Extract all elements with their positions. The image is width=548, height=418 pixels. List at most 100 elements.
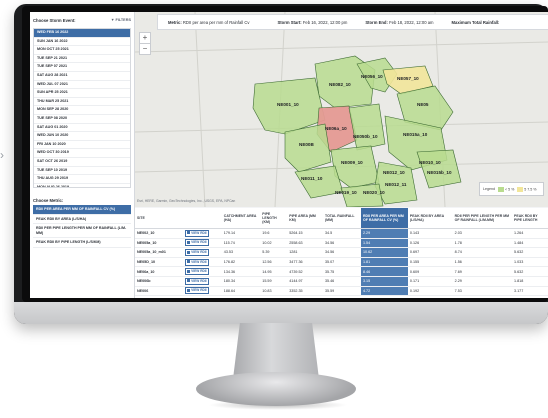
view-rdii-label: VIEW RDII <box>191 240 207 245</box>
storm-event-list[interactable]: WED FEB 16 2022 SUN JAN 16 2022 MON OCT 25… <box>33 28 131 188</box>
view-rdii-button[interactable]: VIEW RDII <box>185 287 209 295</box>
zoom-in-button[interactable]: + <box>140 33 150 44</box>
column-header[interactable]: PEAK RDII BY PIPE LENGTH <box>512 208 548 229</box>
storm-event-item[interactable]: WED JUN 10 2020 <box>34 132 130 141</box>
storm-event-item[interactable]: TUE SEP 07 2021 <box>34 63 130 72</box>
storm-event-item[interactable]: SAT OCT 26 2019 <box>34 158 130 167</box>
table-cell: 4.72 <box>360 286 408 297</box>
storm-event-item[interactable]: THU AUG 29 2019 <box>34 175 130 184</box>
map-label: NE050b_10 <box>353 134 378 139</box>
map-view[interactable]: NE082_10 NE056_10 NE057_10 NE001_10 NE05… <box>135 12 548 207</box>
view-rdii-button[interactable]: VIEW RDII <box>185 248 209 256</box>
view-rdii-button[interactable]: VIEW RDII <box>185 258 209 266</box>
filters-button[interactable]: ▼ FILTERS <box>111 18 131 22</box>
table-cell: 1.54 <box>360 238 408 249</box>
column-header[interactable]: SITE <box>135 208 184 229</box>
table-cell: 1.264 <box>512 228 548 239</box>
table-cell: 43.53 <box>221 247 261 258</box>
column-header[interactable]: CATCHMENT AREA (HA) <box>221 208 261 229</box>
storm-event-item[interactable]: SUN APR 25 2021 <box>34 89 130 98</box>
view-rdii-label: VIEW RDII <box>191 269 207 274</box>
view-rdii-button[interactable]: VIEW RDII <box>185 268 209 276</box>
map-label: NE001_10 <box>277 102 299 107</box>
storm-event-item[interactable]: WED JUL 07 2021 <box>34 81 130 90</box>
column-header[interactable]: RDII PER PIPE LENGTH PER MM OF RAINFALL … <box>452 208 513 229</box>
table-cell: 15.59 <box>260 276 288 287</box>
map-label: NE015b_10 <box>427 170 452 175</box>
column-header[interactable] <box>183 208 222 229</box>
view-rdii-button[interactable]: VIEW RDII <box>185 229 209 237</box>
table-cell: 35.75 <box>323 266 361 277</box>
storm-event-item[interactable]: MON SEP 28 2020 <box>34 106 130 115</box>
action-cell: VIEW RDII <box>183 286 222 297</box>
legend-item: < 5 % <box>498 186 515 192</box>
legend-item-label: < 5 % <box>505 186 515 191</box>
map-label: NE06a_10 <box>325 126 347 131</box>
results-table-panel: SITE CATCHMENT AREA (HA) PIPE LENGTH (KM) P… <box>135 208 548 298</box>
action-cell: VIEW RDII <box>183 257 222 268</box>
storm-event-item[interactable]: WED OCT 30 2019 <box>34 149 130 158</box>
checkbox-icon <box>187 279 191 283</box>
column-header[interactable]: PIPE AREA (MM KM) <box>287 208 323 229</box>
catchment-NE050b[interactable] <box>348 103 386 151</box>
monitor-chin <box>14 302 548 324</box>
catchment-NE015b[interactable] <box>416 149 462 189</box>
storm-panel-header: Choose Storm Event: ▼ FILTERS <box>30 12 134 28</box>
table-cell: 7.69 <box>452 266 513 277</box>
map-label: NE00B <box>299 142 314 147</box>
max-rainfall-info: Maximum Total Rainfall: <box>452 20 500 25</box>
table-cell: 2.29 <box>360 228 408 239</box>
table-cell: 2558.63 <box>287 238 323 249</box>
table-header-row: SITE CATCHMENT AREA (HA) PIPE LENGTH (KM) P… <box>135 208 548 229</box>
metric-option[interactable]: PEAK RDII BY PIPE LENGTH (L/S/KM) <box>33 238 131 248</box>
table-cell: 176.82 <box>221 257 261 268</box>
storm-event-item[interactable]: SUN JAN 16 2022 <box>34 38 130 47</box>
map-label: NE020_10 <box>363 190 385 195</box>
map-label: NE056_10 <box>361 74 383 79</box>
table-cell: 10.62 <box>360 247 408 258</box>
metric-option[interactable]: RDII PER AREA PER MM OF RAINFALL CV (%) <box>33 205 131 215</box>
storm-event-item[interactable]: TUE SEP 08 2020 <box>34 115 130 124</box>
table-cell: 10.02 <box>260 238 288 249</box>
map-canvas[interactable]: NE082_10 NE056_10 NE057_10 NE001_10 NE05… <box>135 12 548 207</box>
action-cell: VIEW RDII <box>183 238 222 249</box>
metric-option[interactable]: PEAK RDII BY AREA (L/S/HA) <box>33 215 131 225</box>
view-rdii-label: VIEW RDII <box>191 259 207 264</box>
storm-event-item[interactable]: SAT AUG 28 2021 <box>34 72 130 81</box>
monitor-stand-neck <box>233 323 319 379</box>
view-rdii-button[interactable]: VIEW RDII <box>185 239 209 247</box>
storm-event-item[interactable]: WED FEB 16 2022 <box>34 29 130 38</box>
table-cell: 0.155 <box>407 257 453 268</box>
map-label: NE082_10 <box>329 82 351 87</box>
table-cell: 7.53 <box>452 286 513 297</box>
storm-event-item[interactable]: SAT AUG 01 2020 <box>34 124 130 133</box>
storm-event-item[interactable]: FRI JAN 10 2020 <box>34 141 130 150</box>
table-cell: 19.6 <box>260 228 288 239</box>
table-cell: 8.74 <box>452 247 513 258</box>
storm-event-item[interactable]: TUE SEP 10 2019 <box>34 167 130 176</box>
max-rainfall-label: Maximum Total Rainfall: <box>451 19 500 25</box>
view-rdii-button[interactable]: VIEW RDII <box>185 277 209 285</box>
map-legend: Legend < 5 % 5 7.5 % <box>479 182 544 196</box>
column-header[interactable]: PIPE LENGTH (KM) <box>260 208 288 229</box>
table-row: NE005a_10 VIEW RDII 115.74 10.02 2558.63 34.5… <box>135 238 548 249</box>
map-label: NE012_11 <box>385 182 407 187</box>
view-rdii-label: VIEW RDII <box>191 278 207 283</box>
catchment-NE00B[interactable] <box>284 123 332 173</box>
column-header[interactable]: RDII PER AREA PER MM OF RAINFALL CV (%) <box>360 208 408 229</box>
storm-event-item[interactable]: TUE SEP 21 2021 <box>34 55 130 64</box>
catchment-NE019[interactable] <box>340 183 384 207</box>
table-cell: 5264.15 <box>287 228 323 239</box>
metric-option[interactable]: RDII PER PIPE LENGTH PER MM OF RAINFALL … <box>33 224 131 239</box>
checkbox-icon <box>187 260 191 264</box>
storm-event-item[interactable]: THU MAR 25 2021 <box>34 98 130 107</box>
storm-panel-title: Choose Storm Event: <box>33 17 76 23</box>
column-header[interactable]: PEAK RDII BY AREA (L/S/HA) <box>407 208 453 229</box>
storm-event-item[interactable]: MON OCT 25 2021 <box>34 46 130 55</box>
zoom-out-button[interactable]: − <box>140 44 150 54</box>
metric-info-label: Metric: <box>168 19 182 25</box>
table-cell: 0.697 <box>407 247 453 258</box>
column-header[interactable]: TOTAL RAINFALL (MM) <box>323 208 361 229</box>
map-label: NE057_10 <box>397 76 419 81</box>
table-cell: 1281 <box>287 247 323 258</box>
